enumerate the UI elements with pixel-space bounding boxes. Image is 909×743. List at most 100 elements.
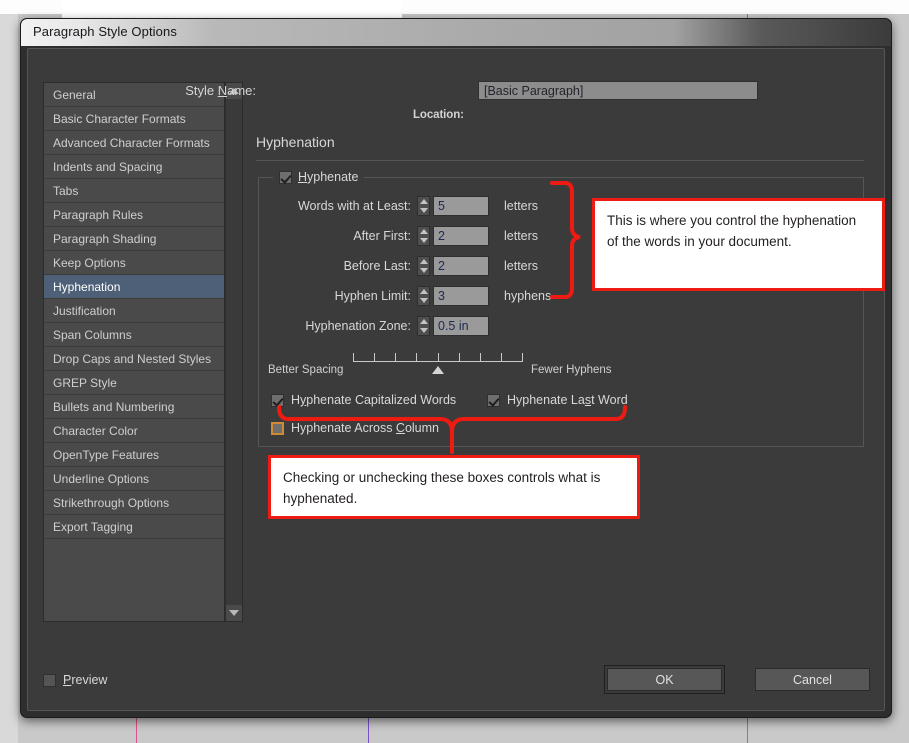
triangle-up-icon[interactable] [419, 319, 428, 324]
input-hyphen-limit[interactable]: 3 [433, 286, 489, 306]
slider-left-label: Better Spacing [268, 364, 344, 376]
slider-thumb[interactable] [432, 366, 444, 374]
checkbox-row-last-word[interactable]: Hyphenate Last Word [487, 393, 628, 407]
hyphenate-capitalized-words-label: Hyphenate Capitalized Words [291, 393, 457, 407]
sidebar-item-justification[interactable]: Justification [44, 299, 224, 323]
triangle-down-icon[interactable] [419, 328, 428, 333]
input-hyphenation-zone[interactable]: 0.5 in [433, 316, 489, 336]
triangle-down-icon[interactable] [419, 208, 428, 213]
sidebar-item-tabs[interactable]: Tabs [44, 179, 224, 203]
triangle-up-icon[interactable] [419, 199, 428, 204]
label-hyphenation-zone: Hyphenation Zone: [305, 319, 411, 333]
label-words-with-at-least: Words with at Least: [297, 199, 411, 213]
field-row-hyphenation-zone: Hyphenation Zone: 0.5 in [259, 316, 863, 338]
dialog-body: General Basic Character Formats Advanced C… [27, 48, 885, 711]
label-after-first: After First: [353, 229, 411, 243]
category-list[interactable]: General Basic Character Formats Advanced C… [44, 83, 225, 621]
options-panel: Style Name: [Basic Paragraph] Location: … [185, 79, 870, 650]
sidebar-item-drop-caps-and-nested-styles[interactable]: Drop Caps and Nested Styles [44, 347, 224, 371]
input-after-first[interactable]: 2 [433, 226, 489, 246]
sidebar-item-span-columns[interactable]: Span Columns [44, 323, 224, 347]
sidebar-item-keep-options[interactable]: Keep Options [44, 251, 224, 275]
stepper-after-first[interactable] [417, 226, 430, 246]
unit-words-with-at-least: letters [504, 199, 539, 213]
dialog-titlebar[interactable]: Paragraph Style Options [21, 19, 891, 46]
triangle-down-icon[interactable] [419, 238, 428, 243]
sidebar-item-strikethrough-options[interactable]: Strikethrough Options [44, 491, 224, 515]
slider-tick [416, 353, 417, 362]
triangle-up-icon[interactable] [419, 289, 428, 294]
unit-before-last: letters [504, 259, 539, 273]
stepper-before-last[interactable] [417, 256, 430, 276]
sidebar-item-basic-character-formats[interactable]: Basic Character Formats [44, 107, 224, 131]
dialog-title: Paragraph Style Options [33, 24, 177, 39]
sidebar-item-opentype-features[interactable]: OpenType Features [44, 443, 224, 467]
sidebar-item-export-tagging[interactable]: Export Tagging [44, 515, 224, 539]
document-top-strip-inner [62, 0, 402, 20]
stepper-hyphenation-zone[interactable] [417, 316, 430, 336]
label-hyphen-limit: Hyphen Limit: [334, 289, 411, 303]
slider-tick [353, 353, 354, 362]
style-name-label: Style Name: [185, 83, 256, 98]
location-label: Location: [413, 109, 464, 121]
slider-tick [522, 353, 523, 362]
sidebar-item-paragraph-rules[interactable]: Paragraph Rules [44, 203, 224, 227]
annotation-callout-hyphenation: This is where you control the hyphenatio… [592, 198, 885, 291]
slider-scale[interactable] [353, 353, 523, 366]
triangle-up-icon[interactable] [419, 229, 428, 234]
hyphenate-last-word-label: Hyphenate Last Word [507, 393, 628, 407]
preview-row[interactable]: Preview [43, 673, 107, 687]
hyphenate-capitalized-words-checkbox[interactable] [271, 393, 284, 407]
category-list-scrollbar[interactable] [225, 83, 242, 621]
label-before-last: Before Last: [343, 259, 411, 273]
sidebar-item-paragraph-shading[interactable]: Paragraph Shading [44, 227, 224, 251]
unit-after-first: letters [504, 229, 539, 243]
input-before-last[interactable]: 2 [433, 256, 489, 276]
slider-tick [480, 353, 481, 362]
scroll-down-button[interactable] [226, 605, 242, 621]
stepper-hyphen-limit[interactable] [417, 286, 430, 306]
triangle-down-icon[interactable] [419, 298, 428, 303]
triangle-down-icon[interactable] [419, 268, 428, 273]
checkbox-row-capitalized[interactable]: Hyphenate Capitalized Words [271, 393, 456, 407]
stepper-words-with-at-least[interactable] [417, 196, 430, 216]
paragraph-style-options-dialog: Paragraph Style Options General Basic Cha… [20, 18, 892, 718]
preview-checkbox[interactable] [43, 673, 56, 687]
style-name-row: Style Name: [Basic Paragraph] [185, 81, 870, 103]
sidebar-empty-space [44, 539, 224, 621]
slider-tick [395, 353, 396, 362]
sidebar-item-indents-and-spacing[interactable]: Indents and Spacing [44, 155, 224, 179]
category-list-panel: General Basic Character Formats Advanced C… [43, 82, 243, 622]
ok-button[interactable]: OK [607, 668, 722, 691]
triangle-down-icon [229, 610, 239, 616]
sidebar-item-character-color[interactable]: Character Color [44, 419, 224, 443]
dialog-footer: Preview OK Cancel [42, 665, 870, 696]
triangle-up-icon[interactable] [419, 259, 428, 264]
sidebar-item-grep-style[interactable]: GREP Style [44, 371, 224, 395]
unit-hyphen-limit: hyphens [504, 289, 552, 303]
slider-tick [459, 353, 460, 362]
hyphenate-legend-label: Hyphenate [298, 170, 359, 184]
section-divider [256, 160, 864, 161]
style-name-label-text: Style Name: [185, 83, 256, 98]
hyphenate-across-column-checkbox[interactable] [271, 421, 284, 435]
sidebar-item-bullets-and-numbering[interactable]: Bullets and Numbering [44, 395, 224, 419]
style-name-input[interactable]: [Basic Paragraph] [478, 81, 758, 100]
hyphenate-checkbox[interactable] [279, 170, 292, 184]
spacing-hyphens-slider[interactable]: Better Spacing Fewer Hyphens [259, 353, 863, 383]
hyphenate-legend[interactable]: Hyphenate [273, 168, 365, 186]
annotation-callout-checkboxes: Checking or unchecking these boxes contr… [268, 455, 640, 519]
sidebar-item-hyphenation[interactable]: Hyphenation [44, 275, 224, 299]
sidebar-item-underline-options[interactable]: Underline Options [44, 467, 224, 491]
cancel-button[interactable]: Cancel [755, 668, 870, 691]
hyphenate-last-word-checkbox[interactable] [487, 393, 500, 407]
preview-label: Preview [63, 673, 108, 687]
slider-right-label: Fewer Hyphens [531, 364, 612, 376]
hyphenate-across-column-label: Hyphenate Across Column [291, 421, 439, 435]
input-words-with-at-least[interactable]: 5 [433, 196, 489, 216]
slider-tick [501, 353, 502, 362]
checkbox-row-across-column[interactable]: Hyphenate Across Column [271, 421, 439, 435]
slider-tick [374, 353, 375, 362]
slider-tick [438, 353, 439, 362]
sidebar-item-advanced-character-formats[interactable]: Advanced Character Formats [44, 131, 224, 155]
